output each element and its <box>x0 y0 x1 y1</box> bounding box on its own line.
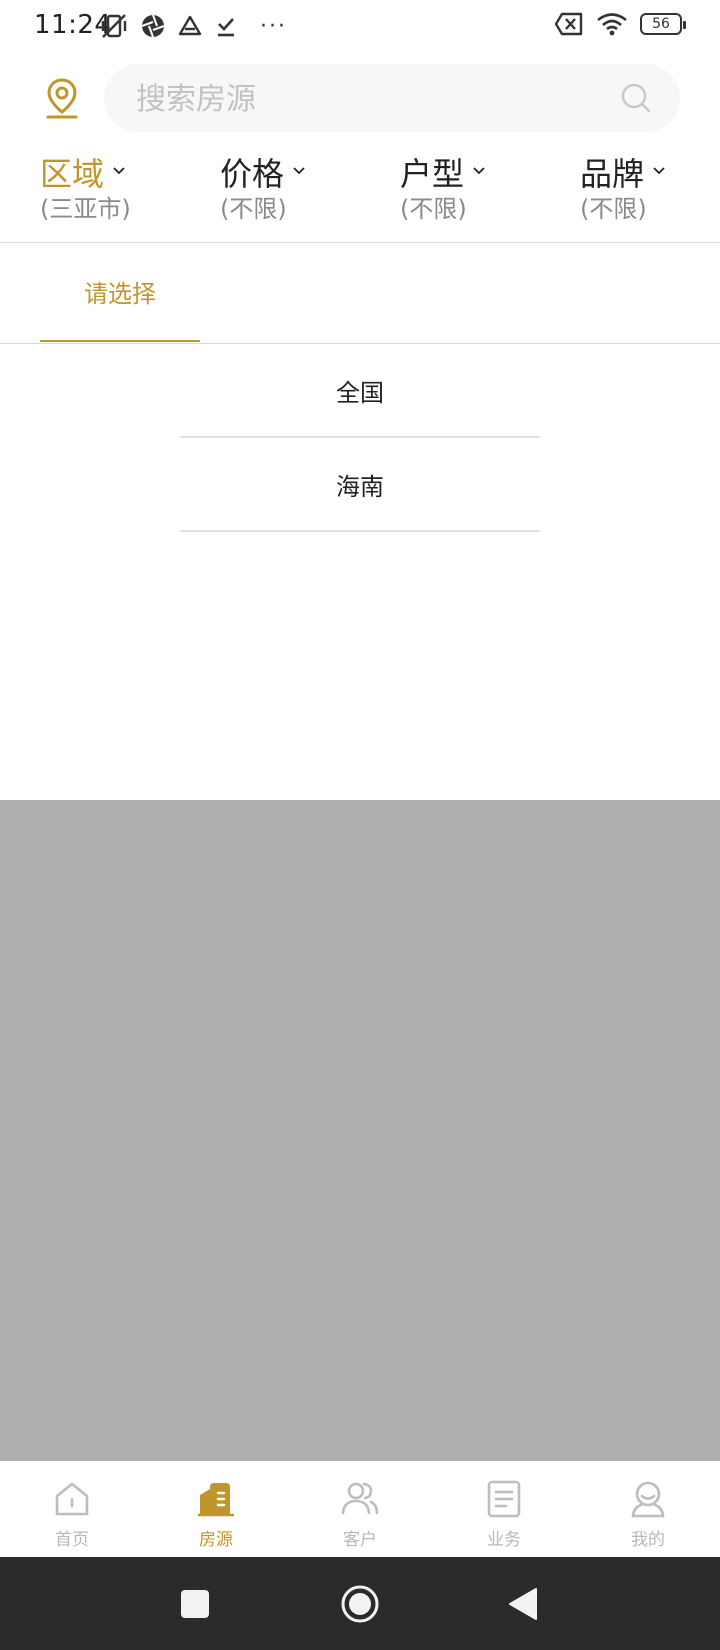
filter-price-label: 价格 <box>220 155 285 193</box>
location-pin-icon[interactable] <box>40 76 84 120</box>
filter-bar: 区域 (三亚市) 价格 (不限) 户型 (不限) 品牌 (不限) <box>0 154 720 243</box>
region-list: 全国 海南 <box>180 344 540 532</box>
filter-region-label: 区域 <box>40 155 105 193</box>
tab-please-select[interactable]: 请选择 <box>40 243 200 342</box>
vibrate-off-icon <box>101 14 127 38</box>
filter-price-value: (不限) <box>220 195 287 223</box>
customers-icon <box>341 1482 379 1515</box>
nav-item-business[interactable]: 业务 <box>432 1461 576 1557</box>
status-bar: 11:24 ··· 56 <box>0 0 720 56</box>
back-button-icon[interactable] <box>508 1587 538 1621</box>
battery-icon: 56 <box>640 13 686 35</box>
region-tab-row: 请选择 <box>0 243 720 344</box>
filter-region-value: (三亚市) <box>40 195 131 223</box>
document-icon <box>487 1480 521 1518</box>
recent-apps-icon[interactable] <box>180 1589 210 1619</box>
profile-icon <box>631 1481 665 1518</box>
home-icon <box>55 1482 89 1516</box>
filter-region[interactable]: 区域 (三亚市) <box>40 154 131 242</box>
drive-icon <box>178 15 202 36</box>
dim-overlay[interactable] <box>0 800 720 1461</box>
chevron-down-icon <box>113 167 125 175</box>
nav-label-mine: 我的 <box>631 1530 665 1550</box>
wifi-icon <box>597 13 627 36</box>
building-icon <box>198 1483 234 1517</box>
no-sim-icon <box>554 12 583 36</box>
region-item-nationwide[interactable]: 全国 <box>180 344 540 438</box>
filter-price[interactable]: 价格 (不限) <box>220 154 306 242</box>
battery-level: 56 <box>652 16 670 32</box>
home-button-icon[interactable] <box>340 1584 380 1624</box>
status-icons-right: 56 <box>554 12 686 36</box>
nav-label-customers: 客户 <box>343 1530 377 1550</box>
nav-item-home[interactable]: 首页 <box>0 1461 144 1557</box>
filter-brand-value: (不限) <box>580 195 647 223</box>
filter-layout[interactable]: 户型 (不限) <box>400 154 486 242</box>
chevron-down-icon <box>653 167 665 175</box>
system-nav-bar <box>0 1557 720 1650</box>
search-bar[interactable] <box>104 64 680 134</box>
region-dropdown-panel: 请选择 全国 海南 <box>0 243 720 800</box>
filter-layout-value: (不限) <box>400 195 467 223</box>
search-icon[interactable] <box>620 82 652 114</box>
chevron-down-icon <box>293 167 305 175</box>
nav-label-listings: 房源 <box>199 1530 233 1550</box>
aperture-icon <box>141 14 165 38</box>
download-done-icon <box>218 18 234 37</box>
filter-layout-label: 户型 <box>400 155 465 193</box>
nav-item-customers[interactable]: 客户 <box>288 1461 432 1557</box>
bottom-nav: 首页 房源 客户 业务 我的 <box>0 1461 720 1557</box>
search-input[interactable] <box>134 64 598 134</box>
filter-brand[interactable]: 品牌 (不限) <box>580 154 666 242</box>
region-item-hainan[interactable]: 海南 <box>180 438 540 532</box>
more-notifications-icon: ··· <box>260 13 287 39</box>
status-icons-left: ··· <box>100 12 287 40</box>
chevron-down-icon <box>473 167 485 175</box>
filter-brand-label: 品牌 <box>580 155 645 193</box>
nav-item-listings[interactable]: 房源 <box>144 1461 288 1557</box>
nav-label-business: 业务 <box>487 1530 521 1550</box>
nav-item-mine[interactable]: 我的 <box>576 1461 720 1557</box>
nav-label-home: 首页 <box>55 1530 89 1550</box>
